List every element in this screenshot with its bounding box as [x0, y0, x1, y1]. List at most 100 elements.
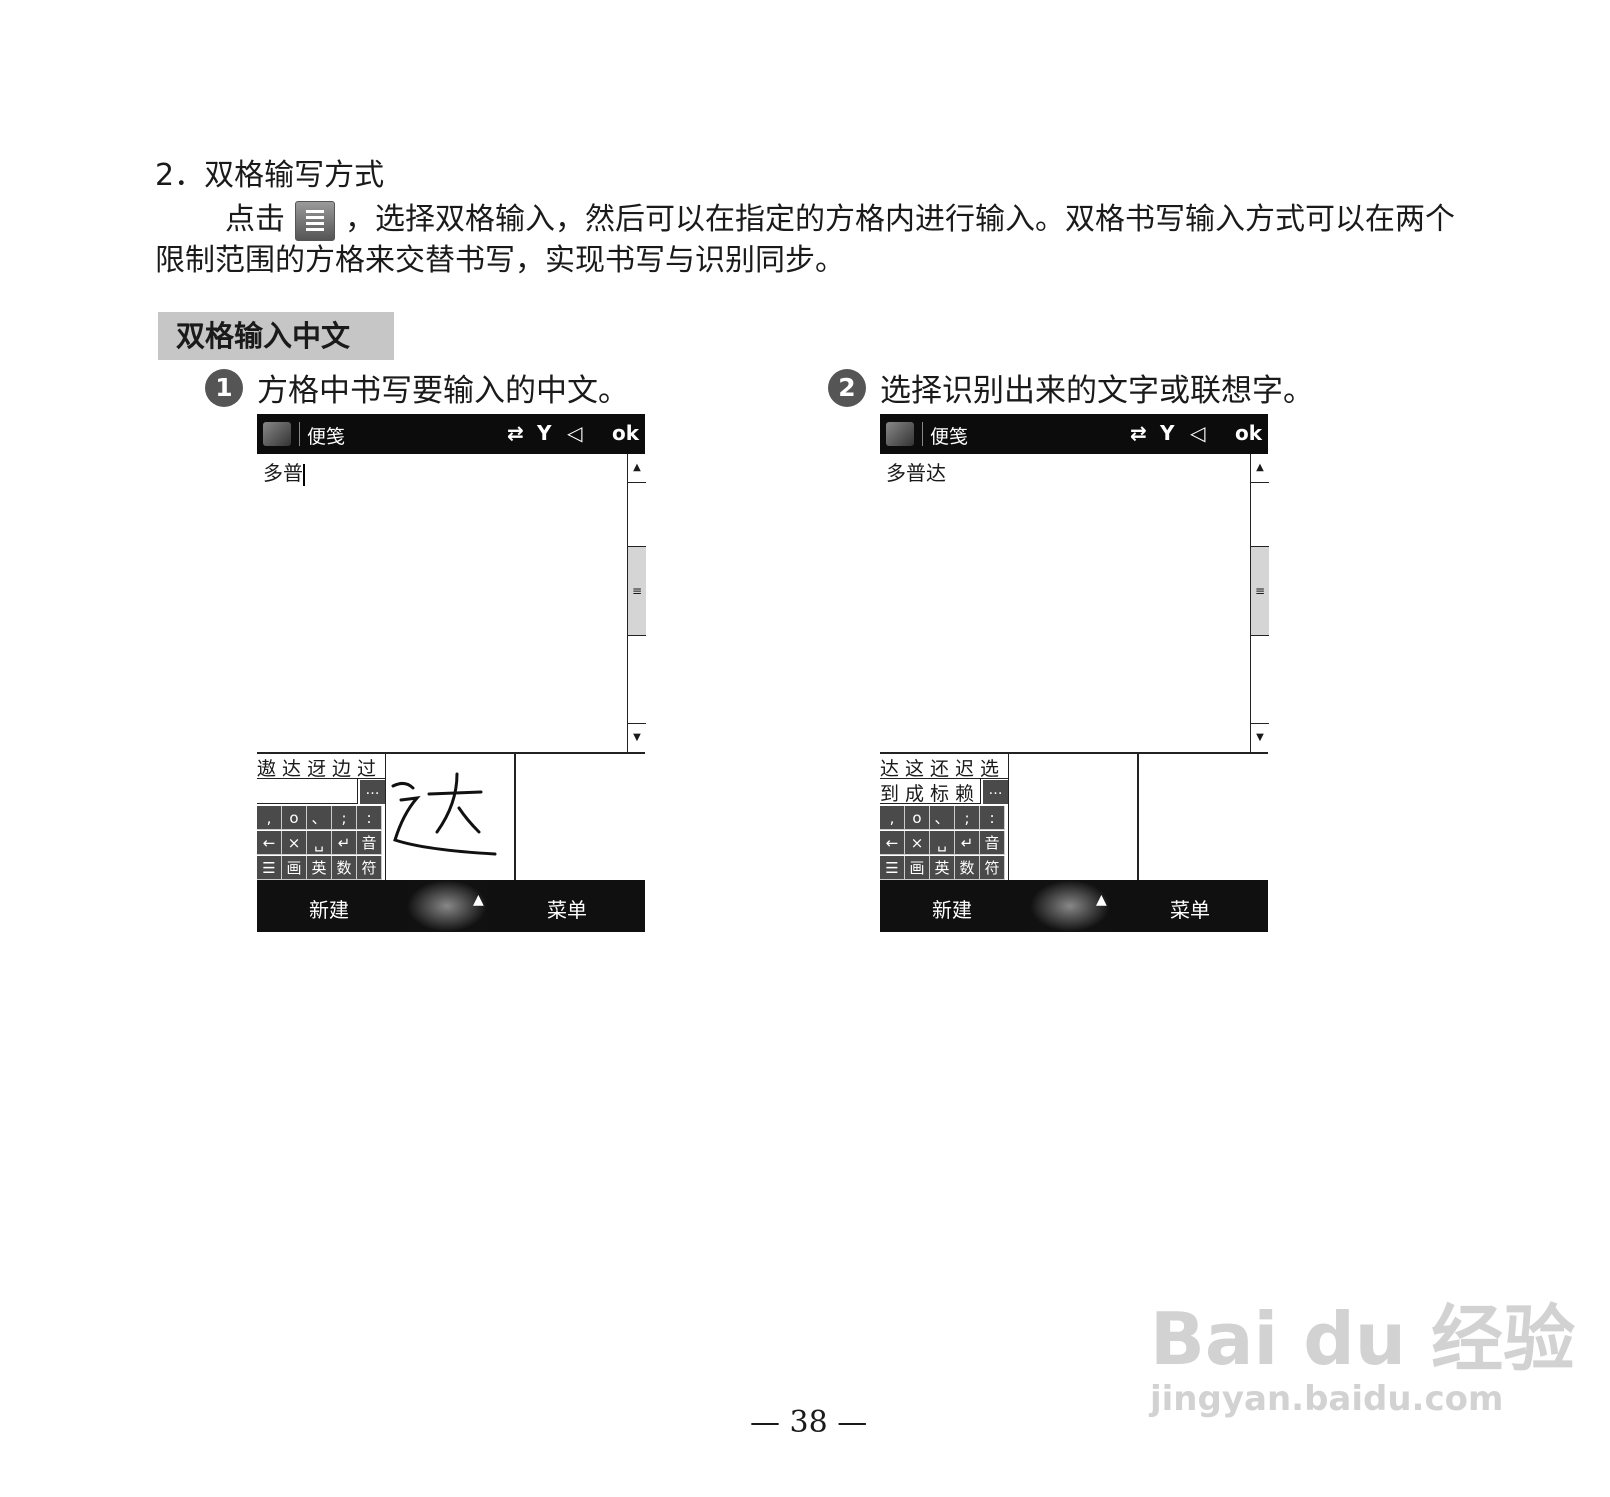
ok-button[interactable]: ok: [612, 421, 639, 445]
colon-key[interactable]: :: [357, 806, 382, 830]
dual-box-input-panel: 达这还迟选 到成标赖 … , o 、 ; : ← × ␣ ↵ 音 ☰ 画 英 数: [880, 752, 1268, 882]
signal-icon[interactable]: Y: [1160, 421, 1174, 445]
windows-start-icon[interactable]: [886, 422, 914, 446]
number-key[interactable]: 数: [955, 856, 980, 880]
input-menu-arrow-icon[interactable]: ▲: [1096, 892, 1107, 908]
menu-softkey[interactable]: 菜单: [1170, 894, 1210, 923]
pinyin-key[interactable]: 音: [357, 831, 382, 855]
section-heading: 2．双格输写方式: [155, 158, 385, 193]
writing-box-left[interactable]: [1008, 754, 1139, 882]
symbol-key[interactable]: 符: [980, 856, 1005, 880]
candidate-row[interactable]: [257, 779, 358, 804]
english-key[interactable]: 英: [307, 856, 332, 880]
writing-box-right[interactable]: [1139, 754, 1268, 882]
scroll-down-icon[interactable]: ▼: [628, 723, 646, 752]
colon-key[interactable]: :: [980, 806, 1005, 830]
step-1: 1 方格中书写要输入的中文。: [205, 365, 629, 410]
enter-key[interactable]: ↵: [955, 831, 980, 855]
pause-key[interactable]: 、: [307, 806, 332, 830]
step-text: 选择识别出来的文字或联想字。: [880, 373, 1314, 409]
backspace-key[interactable]: ←: [880, 831, 905, 855]
watermark-logo: Bai du 经验: [1150, 1297, 1576, 1381]
delete-key[interactable]: ×: [282, 831, 307, 855]
step-2: 2 选择识别出来的文字或联想字。: [828, 365, 1314, 410]
softkey-bar: 新建 ▲ 菜单: [257, 880, 645, 932]
semicolon-key[interactable]: ;: [955, 806, 980, 830]
title-bar: 便笺 ⇄ Y ◁ ok: [880, 414, 1268, 454]
dual-box-input-panel: 遨达迓边过 … , o 、 ; : ← × ␣ ↵ 音 ☰ 画 英 数 符: [257, 752, 645, 882]
vertical-scrollbar[interactable]: ▲ ≡ ▼: [1250, 454, 1269, 752]
space-key[interactable]: ␣: [930, 831, 955, 855]
handwriting-stroke: [391, 772, 497, 856]
signal-icon[interactable]: Y: [537, 421, 551, 445]
para-start: 点击: [225, 202, 285, 237]
candidate-row[interactable]: 到成标赖: [880, 779, 981, 805]
number-key[interactable]: 数: [332, 856, 357, 880]
candidate-area: 达这还迟选 到成标赖 … , o 、 ; : ← × ␣ ↵ 音 ☰ 画 英 数: [880, 754, 1009, 882]
mode-key-row: ☰ 画 英 数 符: [880, 856, 1008, 880]
comma-key[interactable]: ,: [880, 806, 905, 830]
edit-key-row: ← × ␣ ↵ 音: [880, 831, 1008, 855]
period-key[interactable]: o: [905, 806, 930, 830]
instruction-paragraph: 点击 ，选择双格输入，然后可以在指定的方格内进行输入。双格书写输入方式可以在两个限…: [155, 200, 1455, 281]
new-softkey[interactable]: 新建: [309, 894, 349, 923]
mode-key-row: ☰ 画 英 数 符: [257, 856, 385, 880]
backspace-key[interactable]: ←: [257, 831, 282, 855]
candidate-area: 遨达迓边过 … , o 、 ; : ← × ␣ ↵ 音 ☰ 画 英 数 符: [257, 754, 386, 882]
baidu-watermark: Bai du 经验 jingyan.baidu.com: [1150, 1280, 1575, 1419]
scroll-up-icon[interactable]: ▲: [628, 454, 646, 483]
ok-button[interactable]: ok: [1235, 421, 1262, 445]
enter-key[interactable]: ↵: [332, 831, 357, 855]
scroll-up-icon[interactable]: ▲: [1251, 454, 1269, 483]
step-number: 2: [828, 368, 866, 407]
symbol-key[interactable]: 符: [357, 856, 382, 880]
punct-key-row: , o 、 ; :: [880, 806, 1008, 830]
semicolon-key[interactable]: ;: [332, 806, 357, 830]
menu-key[interactable]: ☰: [257, 856, 282, 880]
softkey-bar: 新建 ▲ 菜单: [880, 880, 1268, 932]
input-menu-arrow-icon[interactable]: ▲: [473, 892, 484, 908]
more-candidates-button[interactable]: …: [360, 780, 385, 804]
pinyin-key[interactable]: 音: [980, 831, 1005, 855]
windows-start-icon[interactable]: [263, 422, 291, 446]
note-text[interactable]: 多普: [263, 457, 305, 486]
more-candidates-button[interactable]: …: [983, 780, 1008, 804]
writing-box-right[interactable]: [516, 754, 645, 882]
scroll-down-icon[interactable]: ▼: [1251, 723, 1269, 752]
text-caret: [303, 463, 305, 486]
space-key[interactable]: ␣: [307, 831, 332, 855]
connectivity-icon[interactable]: ⇄: [1130, 421, 1147, 445]
comma-key[interactable]: ,: [257, 806, 282, 830]
step-text: 方格中书写要输入的中文。: [257, 373, 629, 409]
draw-key[interactable]: 画: [282, 856, 307, 880]
step-number: 1: [205, 368, 243, 407]
volume-icon[interactable]: ◁: [1190, 421, 1205, 445]
watermark-url: jingyan.baidu.com: [1150, 1379, 1504, 1419]
app-title: 便笺: [930, 426, 969, 448]
phone-screenshot-2: 便笺 ⇄ Y ◁ ok 多普达 ▲ ≡ ▼ 达这还迟选 到成标赖 … , o 、…: [880, 414, 1269, 932]
draw-key[interactable]: 画: [905, 856, 930, 880]
input-method-icon: [295, 200, 335, 241]
connectivity-icon[interactable]: ⇄: [507, 421, 524, 445]
vertical-scrollbar[interactable]: ▲ ≡ ▼: [627, 454, 646, 752]
phone-screenshot-1: 便笺 ⇄ Y ◁ ok 多普 ▲ ≡ ▼ 遨达迓边过 … , o 、 ; : ←…: [257, 414, 646, 932]
note-text[interactable]: 多普达: [886, 457, 946, 486]
app-title: 便笺: [307, 426, 346, 448]
title-bar: 便笺 ⇄ Y ◁ ok: [257, 414, 645, 454]
period-key[interactable]: o: [282, 806, 307, 830]
punct-key-row: , o 、 ; :: [257, 806, 385, 830]
volume-icon[interactable]: ◁: [567, 421, 582, 445]
new-softkey[interactable]: 新建: [932, 894, 972, 923]
para-rest: ，选择双格输入，然后可以在指定的方格内进行输入。双格书写输入方式可以在两个限制范…: [155, 202, 1455, 278]
menu-key[interactable]: ☰: [880, 856, 905, 880]
candidate-row[interactable]: 达这还迟选: [880, 754, 1008, 780]
english-key[interactable]: 英: [930, 856, 955, 880]
writing-box-left[interactable]: [385, 754, 516, 882]
scroll-thumb[interactable]: ≡: [628, 546, 646, 636]
menu-softkey[interactable]: 菜单: [547, 894, 587, 923]
pause-key[interactable]: 、: [930, 806, 955, 830]
candidate-row[interactable]: 遨达迓边过: [257, 754, 385, 780]
section-label: 双格输入中文: [158, 312, 394, 360]
scroll-thumb[interactable]: ≡: [1251, 546, 1269, 636]
delete-key[interactable]: ×: [905, 831, 930, 855]
